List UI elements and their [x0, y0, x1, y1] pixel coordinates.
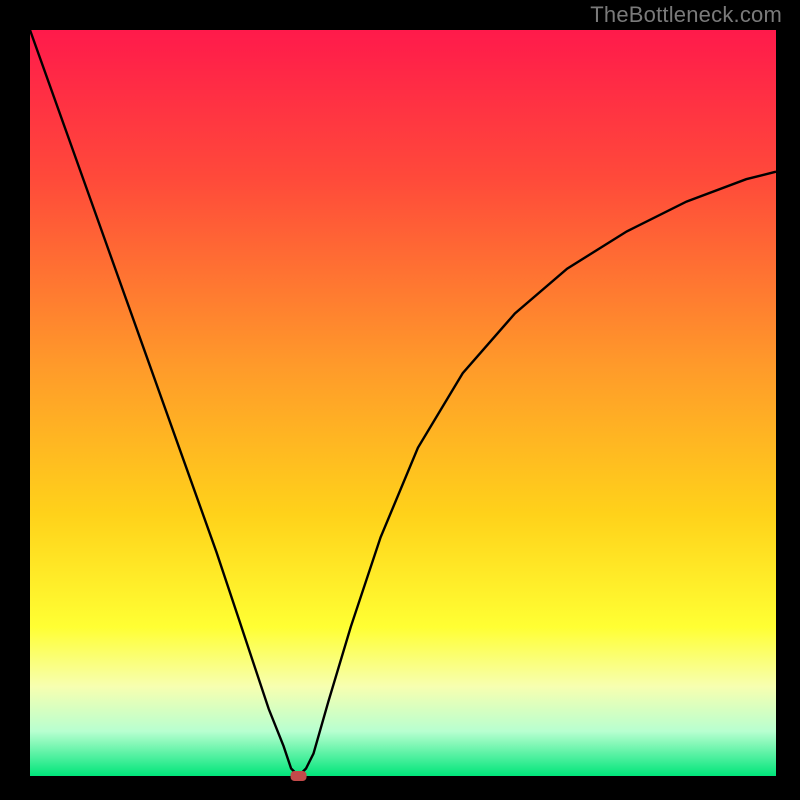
bottleneck-chart: [0, 0, 800, 800]
plot-background: [30, 30, 776, 776]
chart-frame: TheBottleneck.com: [0, 0, 800, 800]
optimal-point-marker: [291, 771, 307, 781]
